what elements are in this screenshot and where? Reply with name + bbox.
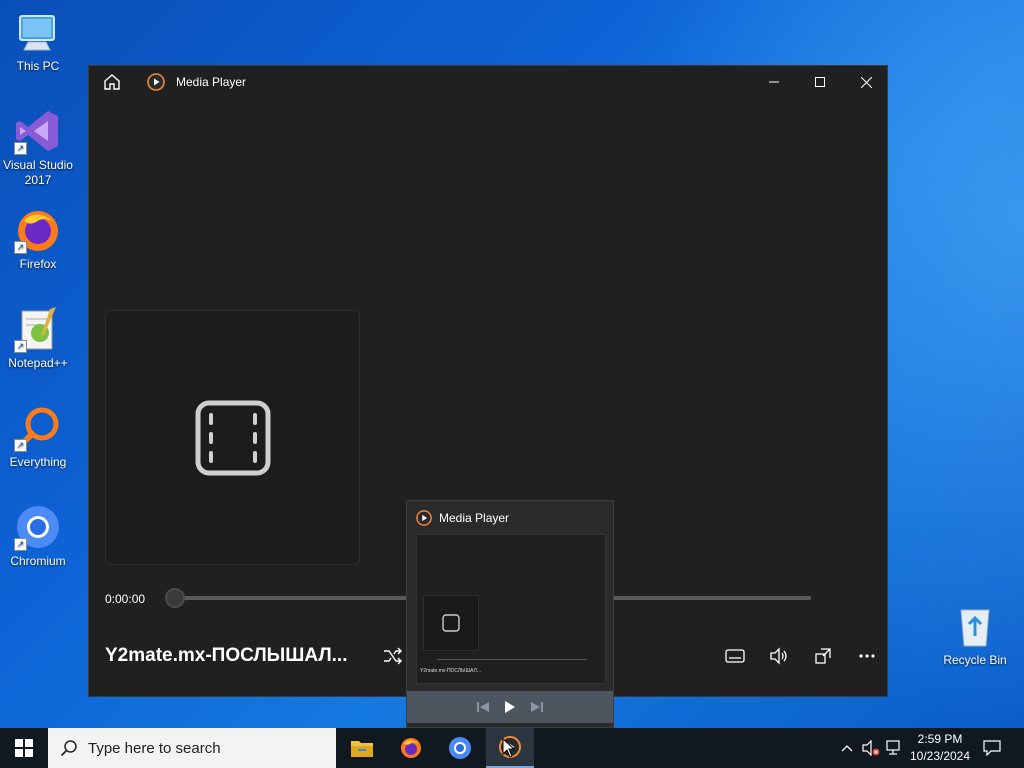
captions-button[interactable] <box>721 642 749 670</box>
taskbar-chromium[interactable] <box>436 728 484 768</box>
thumbnail-title: Media Player <box>439 511 510 525</box>
maximize-icon <box>815 77 825 87</box>
thumbnail-track-title: Y2mate.mx-ПОСЛЫШАЛ... <box>420 668 482 674</box>
shortcut-arrow-icon: ↗ <box>14 241 27 254</box>
firefox-icon <box>401 738 421 758</box>
firefox-icon: ↗ <box>14 206 62 254</box>
desktop-icon-label: Chromium <box>10 554 66 568</box>
desktop-icon-firefox[interactable]: ↗ Firefox <box>0 206 76 272</box>
current-time: 0:00:00 <box>105 592 146 606</box>
mouse-cursor-icon <box>502 737 516 763</box>
chromium-icon: ↗ <box>14 503 62 551</box>
clock-time: 2:59 PM <box>917 732 963 746</box>
thumbnail-header: Media Player <box>407 501 613 533</box>
chromium-icon <box>449 737 471 759</box>
more-options-button[interactable] <box>853 642 881 670</box>
more-icon <box>859 654 875 658</box>
thumbnail-album-art <box>423 595 479 651</box>
captions-icon <box>725 649 745 663</box>
volume-button[interactable] <box>765 642 793 670</box>
volume-tray-button[interactable] <box>860 728 882 768</box>
show-hidden-icons-button[interactable] <box>838 728 856 768</box>
shortcut-arrow-icon: ↗ <box>14 142 27 155</box>
desktop-icon-label: Visual Studio 2017 <box>3 158 73 187</box>
miniplayer-icon <box>815 648 831 664</box>
desktop-icon-everything[interactable]: ↗ Everything <box>0 404 76 470</box>
close-icon <box>860 76 872 88</box>
title-bar: Media Player <box>89 66 887 98</box>
shortcut-arrow-icon: ↗ <box>14 340 27 353</box>
visual-studio-icon: ↗ <box>14 107 62 155</box>
action-center-button[interactable] <box>980 728 1004 768</box>
clock-date: 10/23/2024 <box>909 749 971 763</box>
minimize-button[interactable] <box>751 66 797 98</box>
desktop-icon-recycle-bin[interactable]: Recycle Bin <box>937 602 1013 668</box>
album-art-placeholder <box>105 310 360 565</box>
taskbar-thumbnail-preview[interactable]: Media Player Y2mate.mx-ПОСЛЫШАЛ... <box>406 500 614 728</box>
maximize-button[interactable] <box>797 66 843 98</box>
notepad-plus-plus-icon: ↗ <box>14 305 62 353</box>
minimize-icon <box>769 81 779 83</box>
thumbnail-next-button[interactable] <box>527 697 547 717</box>
system-clock[interactable]: 2:59 PM 10/23/2024 <box>900 731 980 765</box>
notification-icon <box>983 740 1001 756</box>
search-placeholder: Type here to search <box>88 739 221 757</box>
media-player-app-icon <box>416 510 432 526</box>
desktop-icon-visual-studio[interactable]: ↗ Visual Studio 2017 <box>0 107 76 188</box>
close-button[interactable] <box>843 66 889 98</box>
search-icon <box>60 740 77 757</box>
video-film-icon <box>195 400 270 475</box>
desktop-icon-notepad-plus-plus[interactable]: ↗ Notepad++ <box>0 305 76 371</box>
desktop-icon-label: Everything <box>9 455 67 469</box>
chevron-up-icon <box>841 745 853 752</box>
previous-icon <box>477 702 489 712</box>
video-film-icon <box>442 614 460 632</box>
volume-muted-icon <box>862 740 880 756</box>
shortcut-arrow-icon: ↗ <box>14 439 27 452</box>
taskbar-search-box[interactable]: Type here to search <box>48 728 336 768</box>
shuffle-icon <box>384 647 402 665</box>
desktop-icon-label: Firefox <box>19 257 57 271</box>
window-title: Media Player <box>176 75 247 89</box>
home-icon[interactable] <box>103 73 121 91</box>
start-button[interactable] <box>0 728 48 768</box>
taskbar-file-explorer[interactable] <box>338 728 386 768</box>
next-icon <box>531 702 543 712</box>
desktop-icon-chromium[interactable]: ↗ Chromium <box>0 503 76 569</box>
play-icon <box>505 701 515 713</box>
volume-icon <box>770 647 787 665</box>
taskbar-firefox[interactable] <box>387 728 435 768</box>
seek-thumb[interactable] <box>165 588 185 608</box>
everything-icon: ↗ <box>14 404 62 452</box>
file-explorer-icon <box>351 741 373 757</box>
miniplayer-button[interactable] <box>809 642 837 670</box>
thumbnail-previous-button[interactable] <box>473 697 493 717</box>
windows-logo-icon <box>15 739 33 757</box>
track-title: Y2mate.mx-ПОСЛЫШАЛ... <box>105 645 348 666</box>
shortcut-arrow-icon: ↗ <box>14 538 27 551</box>
desktop-icon-label: Recycle Bin <box>943 653 1007 667</box>
desktop-icon-this-pc[interactable]: This PC <box>0 8 76 74</box>
media-player-app-icon <box>147 73 165 91</box>
desktop-icon-label: This PC <box>16 59 60 73</box>
recycle-bin-icon <box>951 602 999 650</box>
thumbnail-seek-bar <box>437 659 587 660</box>
this-pc-icon <box>14 8 62 56</box>
thumbnail-window-preview: Y2mate.mx-ПОСЛЫШАЛ... <box>416 534 606 684</box>
thumbnail-play-button[interactable] <box>500 697 520 717</box>
desktop-icon-label: Notepad++ <box>8 356 68 370</box>
shuffle-button[interactable] <box>379 642 407 670</box>
